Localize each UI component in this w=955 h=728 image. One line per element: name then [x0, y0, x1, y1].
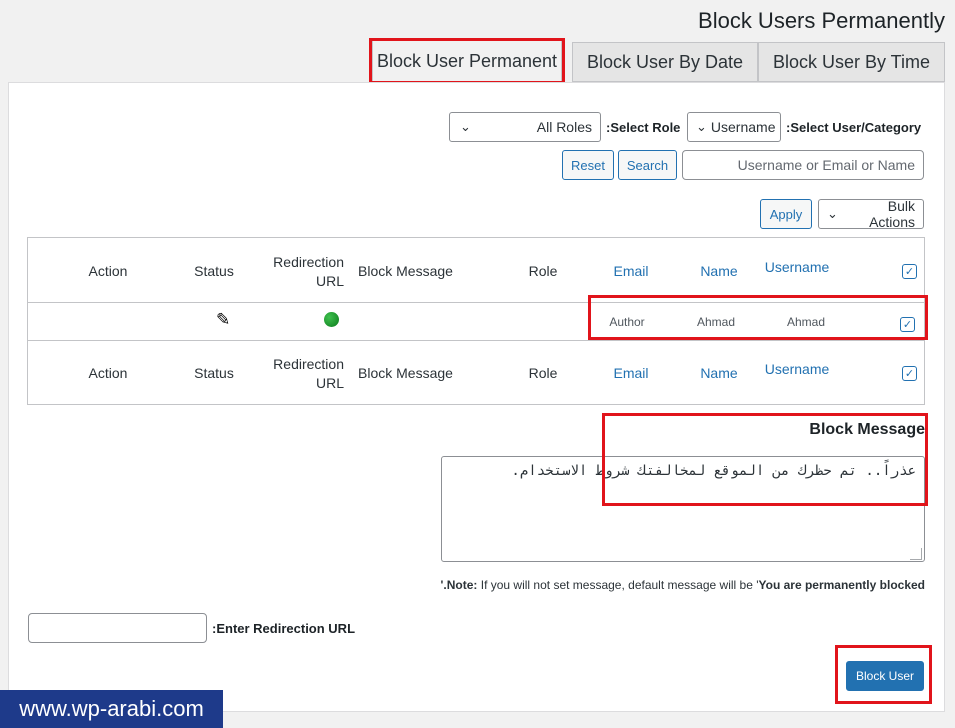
reset-button[interactable]: Reset: [562, 150, 614, 180]
highlight-box-button: [835, 645, 932, 704]
check-icon: ✓: [904, 368, 915, 380]
col-block-message: Block Message: [358, 263, 453, 279]
col-status: Status: [194, 263, 234, 279]
col-username[interactable]: Username: [760, 361, 834, 377]
table-header: Action Status Redirection URL Block Mess…: [28, 238, 924, 303]
watermark: www.wp-arabi.com: [0, 690, 223, 728]
col-action: Action: [88, 263, 128, 279]
search-button[interactable]: Search: [618, 150, 677, 180]
page-title: Block Users Permanently: [698, 8, 945, 33]
apply-button[interactable]: Apply: [760, 199, 812, 229]
col-status: Status: [194, 365, 234, 381]
col-redirection-url: Redirection URL: [273, 356, 344, 391]
table-footer: Action Status Redirection URL Block Mess…: [28, 341, 924, 405]
highlight-box-message: [602, 413, 928, 506]
highlight-box-row: [588, 295, 928, 340]
col-email[interactable]: Email: [605, 263, 657, 279]
select-all-checkbox[interactable]: ✓: [902, 366, 917, 381]
col-block-message: Block Message: [358, 365, 453, 381]
note-text: '.Note: If you will not set message, def…: [440, 578, 925, 592]
col-email[interactable]: Email: [605, 365, 657, 381]
col-name[interactable]: Name: [694, 263, 744, 279]
bulk-actions-select[interactable]: ⌄ Bulk Actions: [818, 198, 924, 230]
pencil-icon[interactable]: ✎: [216, 310, 230, 330]
col-redirection-url: Redirection URL: [273, 254, 344, 289]
highlight-box-tab: [369, 38, 565, 84]
check-icon: ✓: [904, 266, 915, 278]
col-username[interactable]: Username: [760, 259, 834, 275]
resize-handle-icon[interactable]: [910, 548, 922, 560]
select-all-checkbox[interactable]: ✓: [902, 264, 917, 279]
col-role: Role: [528, 365, 558, 381]
col-role: Role: [528, 263, 558, 279]
category-label: :Select User/Category: [786, 120, 922, 135]
chevron-down-icon: ⌄: [696, 119, 707, 134]
role-select[interactable]: ⌄ All Roles: [449, 112, 601, 142]
category-select[interactable]: ⌄ Username: [687, 112, 781, 142]
col-name[interactable]: Name: [694, 365, 744, 381]
chevron-down-icon: ⌄: [460, 119, 471, 134]
tab-block-user-by-date[interactable]: Block User By Date: [572, 42, 758, 82]
redirection-url-label: :Enter Redirection URL: [212, 621, 356, 636]
chevron-down-icon: ⌄: [827, 206, 838, 221]
role-label: :Select Role: [606, 120, 681, 135]
tab-block-user-by-time[interactable]: Block User By Time: [758, 42, 945, 82]
col-action: Action: [88, 365, 128, 381]
green-dot-icon: [324, 312, 339, 327]
search-input[interactable]: Username or Email or Name: [682, 150, 924, 180]
redirection-url-input[interactable]: [28, 613, 207, 643]
